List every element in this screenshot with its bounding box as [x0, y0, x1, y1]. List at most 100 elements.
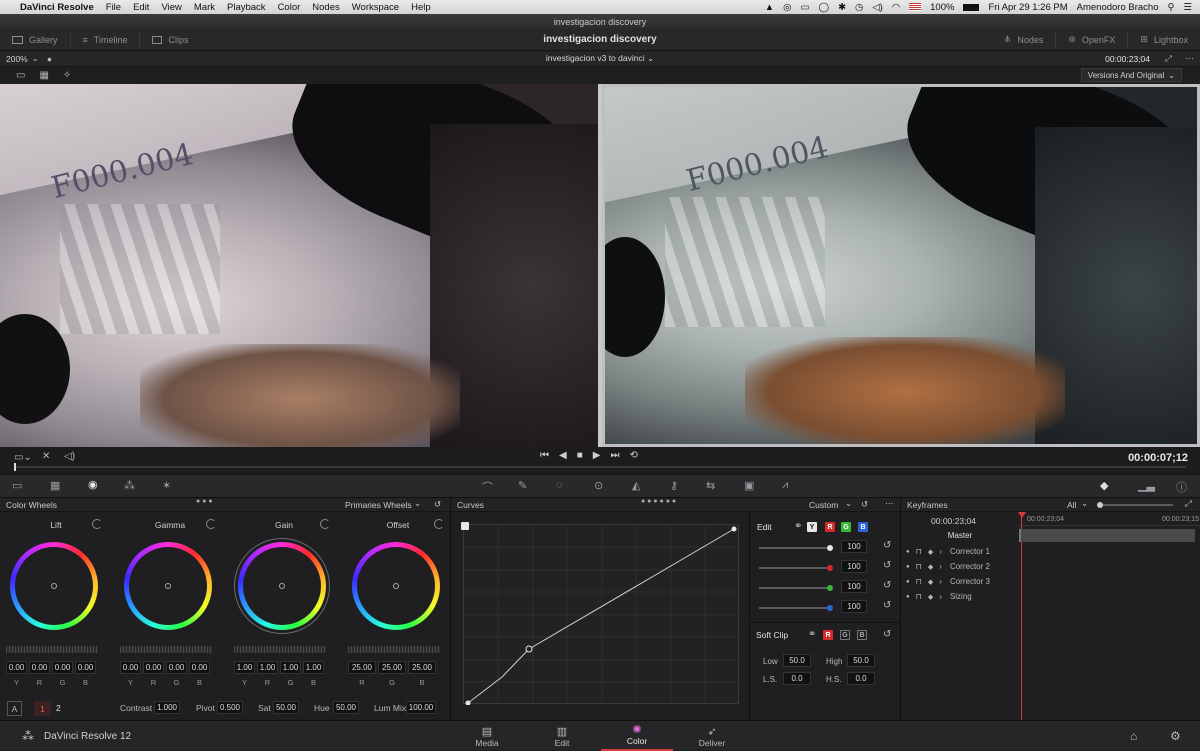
viewer[interactable]: F000.004 F000.004 [0, 84, 1200, 447]
clips-button[interactable]: Clips [140, 29, 200, 51]
qualifier-icon[interactable]: ✎ [518, 479, 527, 492]
reset-icon[interactable]: ↺ [883, 600, 891, 611]
flag-icon[interactable] [909, 3, 922, 11]
link-icon[interactable]: ⚭ [794, 521, 802, 532]
loop-icon[interactable]: ⟲ [629, 450, 637, 461]
chevron-down-icon[interactable]: ⌄ [32, 53, 39, 64]
gain-master-wheel[interactable] [234, 646, 326, 653]
enable-dot-icon[interactable]: ● [906, 579, 910, 585]
page-2-button[interactable]: 2 [56, 703, 61, 713]
auto-balance-button[interactable]: A [7, 701, 22, 716]
airplay-icon[interactable]: ▭ [800, 2, 809, 13]
key-icon[interactable]: ⚷ [670, 479, 678, 492]
gain-wheel[interactable] [238, 542, 326, 630]
color-wheels-icon[interactable]: ◉ [88, 478, 98, 491]
track-corrector-2[interactable]: ● ⊓ ◆ › Corrector 2 [901, 559, 1200, 574]
link-icon[interactable]: ⚭ [808, 629, 816, 640]
b-intensity-field[interactable]: 100 [841, 600, 867, 613]
nodes-button[interactable]: ⋔ Nodes [992, 29, 1056, 51]
r-intensity-slider[interactable] [759, 565, 833, 571]
keyframe-ruler[interactable]: 00:00:23;04 00:00:23;15 [1019, 512, 1200, 526]
offset-wheel[interactable] [352, 542, 440, 630]
stereo-icon[interactable]: ▣ [744, 479, 754, 492]
softclip-r-toggle[interactable]: R [823, 630, 833, 640]
hue-field[interactable]: 50.00 [333, 701, 359, 714]
tab-deliver[interactable]: ➶ Deliver [676, 721, 748, 751]
reset-icon[interactable]: ↺ [883, 540, 891, 551]
enable-dot-icon[interactable]: ● [906, 549, 910, 555]
zoom-dropdown[interactable]: 200% [6, 54, 28, 64]
page-1-button[interactable]: 1 [34, 701, 51, 716]
3d-icon[interactable]: ⩘ [782, 479, 788, 492]
keyframe-diamond-icon[interactable]: ◆ [928, 548, 933, 556]
sizing-icon[interactable]: ⇆ [706, 479, 715, 492]
reset-icon[interactable]: ↺ [861, 499, 868, 510]
gain-y-value[interactable]: 1.00 [234, 661, 255, 674]
gain-r-value[interactable]: 1.00 [257, 661, 278, 674]
tab-edit[interactable]: ▥ Edit [526, 721, 598, 751]
track-corrector-1[interactable]: ● ⊓ ◆ › Corrector 1 [901, 544, 1200, 559]
menu-color[interactable]: Color [278, 2, 301, 13]
lum-mix-field[interactable]: 100.00 [406, 701, 436, 714]
ls-field[interactable]: 0.0 [783, 672, 811, 685]
lightbox-button[interactable]: ⊞ Lightbox [1128, 29, 1200, 51]
lift-r-value[interactable]: 0.00 [29, 661, 50, 674]
graded-frame[interactable]: F000.004 [602, 84, 1200, 447]
lift-g-value[interactable]: 0.00 [52, 661, 73, 674]
battery-icon[interactable] [963, 3, 980, 11]
motion-effects-icon[interactable]: ✶ [162, 479, 171, 492]
contrast-field[interactable]: 1.000 [154, 701, 180, 714]
zoom-slider[interactable] [1097, 502, 1173, 508]
camera-raw-icon[interactable]: ▭ [12, 479, 22, 492]
reset-icon[interactable]: ↺ [883, 629, 891, 640]
bypass-icon[interactable]: ✕ [42, 451, 50, 462]
offset-master-wheel[interactable] [348, 646, 440, 653]
gamma-b-value[interactable]: 0.00 [189, 661, 210, 674]
play-icon[interactable]: ▶ [593, 450, 601, 461]
bluetooth-icon[interactable]: ✱ [838, 2, 846, 13]
reset-icon[interactable] [434, 519, 444, 529]
volume-icon[interactable]: ◁) [872, 2, 882, 13]
gamma-master-wheel[interactable] [120, 646, 212, 653]
chat-icon[interactable]: ◯ [818, 2, 829, 13]
offset-b-value[interactable]: 25.00 [408, 661, 436, 674]
original-frame[interactable]: F000.004 [0, 84, 598, 447]
softclip-b-toggle[interactable]: B [857, 630, 867, 640]
lift-y-value[interactable]: 0.00 [6, 661, 27, 674]
lift-b-value[interactable]: 0.00 [75, 661, 96, 674]
page-dots[interactable]: ● ● ● [196, 498, 213, 505]
app-menu[interactable]: DaVinci Resolve [20, 2, 94, 13]
timeline-name-dropdown[interactable]: investigacion v3 to davinci [546, 53, 645, 63]
keyframe-diamond-icon[interactable]: ◆ [928, 578, 933, 586]
blur-icon[interactable]: ◭ [632, 479, 640, 492]
r-intensity-field[interactable]: 100 [841, 560, 867, 573]
page-dots[interactable]: ● ● ● ● ● ● [641, 498, 676, 505]
menu-mark[interactable]: Mark [194, 2, 215, 13]
chevron-down-icon[interactable]: ⌄ [1081, 498, 1088, 509]
track-corrector-3[interactable]: ● ⊓ ◆ › Corrector 3 [901, 574, 1200, 589]
channel-r-toggle[interactable]: R [825, 522, 835, 532]
chevron-down-icon[interactable]: ⌄ [845, 498, 852, 509]
chevron-down-icon[interactable]: ⌄ [414, 498, 421, 509]
gamma-r-value[interactable]: 0.00 [143, 661, 164, 674]
lock-icon[interactable]: ⊓ [916, 577, 922, 586]
compare-mode-dropdown[interactable]: Versions And Original ⌄ [1080, 68, 1182, 82]
clock-icon[interactable]: ◷ [855, 2, 863, 13]
go-to-start-icon[interactable]: ⏮ [540, 450, 549, 461]
stop-icon[interactable]: ■ [577, 450, 583, 461]
chevron-right-icon[interactable]: › [939, 562, 942, 571]
b-intensity-slider[interactable] [759, 605, 833, 611]
scrubber[interactable] [14, 463, 1186, 471]
lift-wheel[interactable] [10, 542, 98, 630]
channel-y-toggle[interactable]: Y [807, 522, 817, 532]
reset-icon[interactable] [206, 519, 216, 529]
crosshair-icon[interactable] [279, 583, 285, 589]
tab-color[interactable]: ✺ Color [601, 721, 673, 751]
color-match-icon[interactable]: ▦ [50, 479, 60, 492]
reset-icon[interactable] [320, 519, 330, 529]
scopes-icon[interactable]: ▁▃ [1138, 479, 1155, 492]
gain-b-value[interactable]: 1.00 [303, 661, 324, 674]
menu-file[interactable]: File [106, 2, 121, 13]
notification-center-icon[interactable]: ☰ [1183, 2, 1192, 13]
go-to-end-icon[interactable]: ⏭ [610, 450, 619, 461]
